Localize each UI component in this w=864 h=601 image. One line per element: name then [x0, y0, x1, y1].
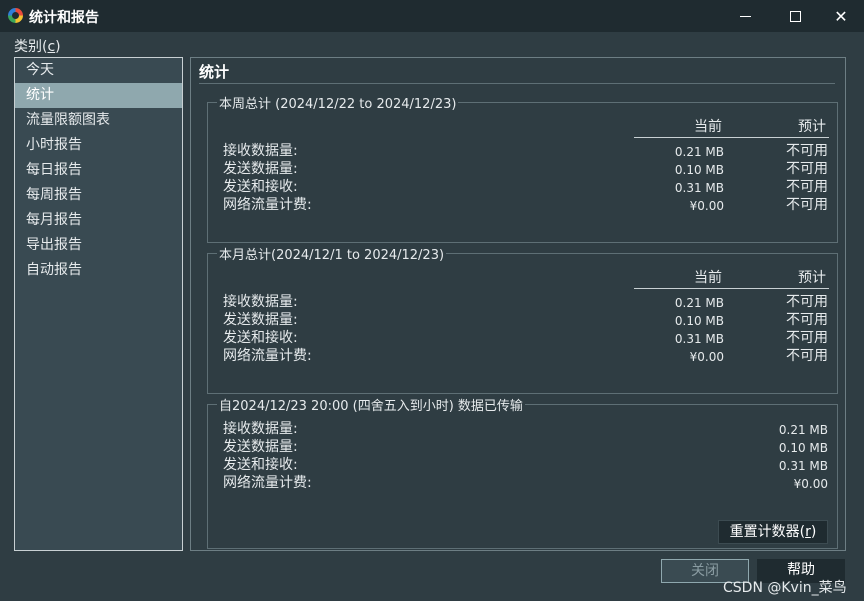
- forecast-header: 预计: [798, 270, 826, 286]
- weekly-received-current: 0.21 MB: [674, 145, 724, 159]
- statistics-panel: 统计 本周总计 (2024/12/22 to 2024/12/23) 当前 预计…: [190, 57, 846, 551]
- category-list[interactable]: 今天 统计 流量限额图表 小时报告 每日报告 每周报告 每月报告 导出报告 自动…: [14, 57, 183, 551]
- reset-counter-button[interactable]: 重置计数器(r): [718, 520, 828, 544]
- sent-label: 发送数据量:: [223, 439, 298, 455]
- weekly-received-forecast: 不可用: [786, 143, 828, 159]
- panel-title: 统计: [199, 61, 835, 84]
- category-item-daily[interactable]: 每日报告: [15, 158, 182, 183]
- monthly-received-current: 0.21 MB: [674, 296, 724, 310]
- header-underline: [634, 137, 829, 138]
- monthly-legend: 本月总计(2024/12/1 to 2024/12/23): [219, 248, 445, 263]
- sent-label: 发送数据量:: [223, 312, 298, 328]
- since-sent-value: 0.10 MB: [778, 441, 828, 455]
- category-item-auto[interactable]: 自动报告: [15, 258, 182, 283]
- monthly-cost-forecast: 不可用: [786, 348, 828, 364]
- received-label: 接收数据量:: [223, 421, 298, 437]
- received-label: 接收数据量:: [223, 143, 298, 159]
- maximize-button[interactable]: [772, 0, 818, 32]
- current-header: 当前: [694, 119, 722, 135]
- weekly-total-group: 本周总计 (2024/12/22 to 2024/12/23) 当前 预计 接收…: [207, 93, 838, 243]
- monthly-total-current: 0.31 MB: [674, 332, 724, 346]
- monthly-total-group: 本月总计(2024/12/1 to 2024/12/23) 当前 预计 接收数据…: [207, 244, 838, 394]
- app-logo-icon: [8, 8, 23, 23]
- weekly-total-forecast: 不可用: [786, 179, 828, 195]
- maximize-icon: [789, 10, 801, 22]
- since-received-value: 0.21 MB: [778, 423, 828, 437]
- weekly-total-current: 0.31 MB: [674, 181, 724, 195]
- monthly-total-forecast: 不可用: [786, 330, 828, 346]
- monthly-cost-current: ¥0.00: [689, 350, 724, 364]
- received-label: 接收数据量:: [223, 294, 298, 310]
- forecast-header: 预计: [798, 119, 826, 135]
- current-header: 当前: [694, 270, 722, 286]
- close-icon: ✕: [834, 6, 848, 26]
- category-item-weekly[interactable]: 每周报告: [15, 183, 182, 208]
- sent-received-label: 发送和接收:: [223, 179, 298, 195]
- window-title: 统计和报告: [29, 10, 99, 26]
- cost-label: 网络流量计费:: [223, 475, 312, 491]
- since-cost-value: ¥0.00: [793, 477, 828, 491]
- minimize-icon: [739, 15, 751, 17]
- minimize-button[interactable]: [722, 0, 768, 32]
- watermark-text: CSDN @Kvin_菜鸟: [723, 580, 847, 596]
- category-item-monthly[interactable]: 每月报告: [15, 208, 182, 233]
- category-item-statistics[interactable]: 统计: [15, 83, 182, 108]
- weekly-sent-forecast: 不可用: [786, 161, 828, 177]
- cost-label: 网络流量计费:: [223, 197, 312, 213]
- since-legend: 自2024/12/23 20:00 (四舍五入到小时) 数据已传输: [219, 399, 523, 414]
- weekly-sent-current: 0.10 MB: [674, 163, 724, 177]
- category-label: 类别(c): [14, 39, 61, 55]
- weekly-legend: 本周总计 (2024/12/22 to 2024/12/23): [219, 97, 457, 112]
- sent-received-label: 发送和接收:: [223, 457, 298, 473]
- monthly-sent-forecast: 不可用: [786, 312, 828, 328]
- category-item-quota-chart[interactable]: 流量限额图表: [15, 108, 182, 133]
- category-item-export[interactable]: 导出报告: [15, 233, 182, 258]
- category-item-today[interactable]: 今天: [15, 58, 182, 83]
- sent-label: 发送数据量:: [223, 161, 298, 177]
- monthly-sent-current: 0.10 MB: [674, 314, 724, 328]
- sent-received-label: 发送和接收:: [223, 330, 298, 346]
- weekly-cost-forecast: 不可用: [786, 197, 828, 213]
- weekly-cost-current: ¥0.00: [689, 199, 724, 213]
- monthly-received-forecast: 不可用: [786, 294, 828, 310]
- close-window-button[interactable]: ✕: [818, 0, 864, 32]
- header-underline: [634, 288, 829, 289]
- category-item-hourly[interactable]: 小时报告: [15, 133, 182, 158]
- since-total-value: 0.31 MB: [778, 459, 828, 473]
- title-bar: 统计和报告 ✕: [0, 0, 864, 32]
- cost-label: 网络流量计费:: [223, 348, 312, 364]
